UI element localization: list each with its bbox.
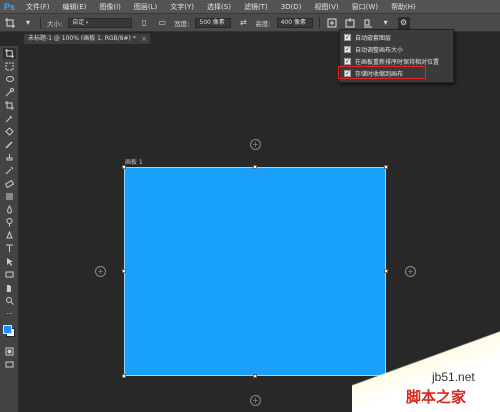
photoshop-logo: Ps <box>4 1 16 12</box>
size-select[interactable]: 自定 <box>68 17 133 28</box>
zoom-tool-icon[interactable] <box>3 295 16 306</box>
artboard-handle-left[interactable] <box>122 269 126 273</box>
menu-3d[interactable]: 3D(D) <box>281 3 302 11</box>
height-field[interactable]: 400 像素 <box>276 17 313 28</box>
history-brush-tool-icon[interactable] <box>3 165 16 176</box>
gradient-tool-icon[interactable] <box>3 191 16 202</box>
checkbox-checked-icon[interactable]: ✓ <box>344 58 351 65</box>
separator <box>318 16 320 29</box>
add-artboard-bottom-icon[interactable]: + <box>250 395 261 406</box>
menu-type[interactable]: 文字(Y) <box>170 2 194 12</box>
foreground-color-swatch[interactable] <box>3 325 12 334</box>
menu-filter[interactable]: 滤镜(T) <box>244 2 268 12</box>
option-label: 在画板重新排序时保持相对位置 <box>355 59 440 66</box>
menu-help[interactable]: 帮助(H) <box>391 2 416 12</box>
width-field[interactable]: 500 像素 <box>195 17 232 28</box>
artboard-tool-icon[interactable] <box>4 17 16 29</box>
tool-preset-dropdown-icon[interactable]: ▾ <box>22 17 34 29</box>
crop-tool-icon[interactable] <box>3 100 16 111</box>
option-auto-resize-canvas[interactable]: ✓ 自动调整画布大小 <box>344 45 403 54</box>
tools-panel: ··· <box>0 46 19 412</box>
document-tab-title: 未标题-1 @ 100% (画板 1, RGB/8#) * <box>28 35 136 42</box>
type-tool-icon[interactable] <box>3 243 16 254</box>
gear-icon[interactable]: ⚙ <box>397 16 410 29</box>
healing-brush-tool-icon[interactable] <box>3 126 16 137</box>
menu-bar: Ps 文件(F) 编辑(E) 图像(I) 图层(L) 文字(Y) 选择(S) 滤… <box>0 0 500 14</box>
quick-mask-icon[interactable] <box>3 346 16 357</box>
artboard-handle-bottom[interactable] <box>253 374 257 378</box>
menu-layer[interactable]: 图层(L) <box>134 2 157 12</box>
height-label: 高度: <box>255 19 271 28</box>
rectangle-tool-icon[interactable] <box>3 269 16 280</box>
menu-file[interactable]: 文件(F) <box>26 2 50 12</box>
add-artboard-left-icon[interactable]: + <box>95 266 106 277</box>
landscape-icon[interactable]: ▭ <box>156 17 168 29</box>
path-selection-tool-icon[interactable] <box>3 256 16 267</box>
align-dropdown-icon[interactable]: ▾ <box>380 17 392 29</box>
artboard-handle-top[interactable] <box>253 165 257 169</box>
option-auto-nest-layers[interactable]: ✓ 自动嵌套图层 <box>344 33 391 42</box>
checkbox-checked-icon[interactable]: ✓ <box>344 46 351 53</box>
artboard-handle-top-right[interactable] <box>384 165 388 169</box>
highlight-box <box>338 66 426 79</box>
swap-icon[interactable]: ⇄ <box>237 17 249 29</box>
menu-window[interactable]: 窗口(W) <box>352 2 378 12</box>
quick-select-tool-icon[interactable] <box>3 87 16 98</box>
screen-mode-icon[interactable] <box>3 359 16 370</box>
separator <box>40 16 41 29</box>
artboard-handle-right[interactable] <box>384 269 388 273</box>
artboard[interactable] <box>124 167 386 376</box>
clone-stamp-tool-icon[interactable] <box>3 152 16 163</box>
option-label: 自动嵌套图层 <box>355 35 392 42</box>
document-tab[interactable]: 未标题-1 @ 100% (画板 1, RGB/8#) * × <box>23 33 151 44</box>
brush-tool-icon[interactable] <box>3 139 16 150</box>
checkbox-checked-icon[interactable]: ✓ <box>344 34 351 41</box>
watermark-name: 脚本之家 <box>406 388 467 406</box>
option-keep-relative-position[interactable]: ✓ 在画板重新排序时保持相对位置 <box>344 57 439 66</box>
watermark-site: jb51.net <box>432 370 475 384</box>
move-tool-icon[interactable] <box>3 48 16 59</box>
width-label: 宽度: <box>174 19 190 28</box>
new-artboard-icon[interactable] <box>326 17 338 29</box>
more-tools-icon[interactable]: ··· <box>3 308 16 319</box>
pen-tool-icon[interactable] <box>3 230 16 241</box>
dodge-tool-icon[interactable] <box>3 217 16 228</box>
menu-edit[interactable]: 编辑(E) <box>63 2 87 12</box>
add-artboard-right-icon[interactable]: + <box>405 266 416 277</box>
eyedropper-tool-icon[interactable] <box>3 113 16 124</box>
portrait-icon[interactable]: ▯ <box>138 17 150 29</box>
artboard-handle-top-left[interactable] <box>122 165 126 169</box>
menu-select[interactable]: 选择(S) <box>207 2 231 12</box>
add-artboard-top-icon[interactable]: + <box>250 139 261 150</box>
align-icon[interactable] <box>362 17 374 29</box>
artboard-handle-bottom-left[interactable] <box>122 374 126 378</box>
hand-tool-icon[interactable] <box>3 282 16 293</box>
menu-image[interactable]: 图像(I) <box>99 2 121 12</box>
blur-tool-icon[interactable] <box>3 204 16 215</box>
menu-view[interactable]: 视图(V) <box>314 2 338 12</box>
add-layer-icon[interactable] <box>344 17 356 29</box>
lasso-tool-icon[interactable] <box>3 74 16 85</box>
close-icon[interactable]: × <box>141 34 147 44</box>
marquee-tool-icon[interactable] <box>3 61 16 72</box>
size-label: 大小: <box>47 19 63 28</box>
option-label: 自动调整画布大小 <box>355 47 404 54</box>
artboard-name-label[interactable]: 画板 1 <box>125 157 143 166</box>
eraser-tool-icon[interactable] <box>3 178 16 189</box>
